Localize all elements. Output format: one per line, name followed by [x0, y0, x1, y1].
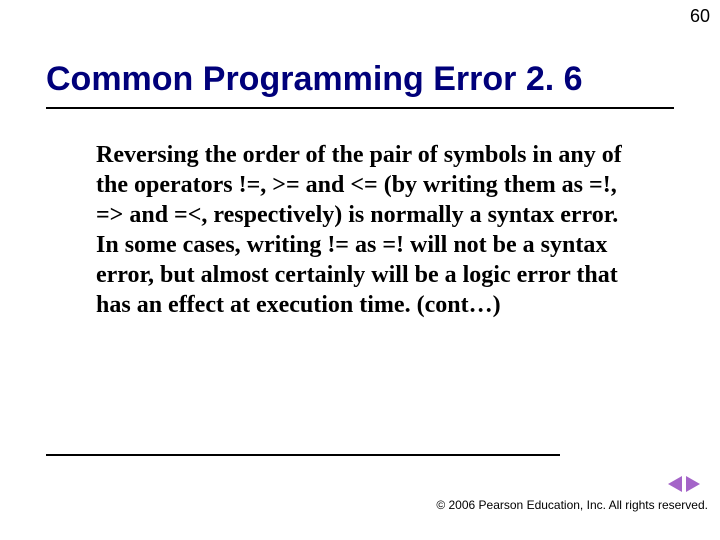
copyright-footer: © 2006 Pearson Education, Inc. All right… [436, 498, 708, 512]
body-block: Reversing the order of the pair of symbo… [96, 140, 630, 320]
page-number: 60 [690, 6, 710, 27]
bottom-rule [46, 454, 560, 456]
body-text: Reversing the order of the pair of symbo… [96, 140, 630, 320]
slide: 60 Common Programming Error 2. 6 Reversi… [0, 0, 720, 540]
prev-slide-icon[interactable] [668, 476, 682, 492]
slide-title: Common Programming Error 2. 6 [46, 60, 674, 105]
title-block: Common Programming Error 2. 6 [46, 60, 674, 109]
next-slide-icon[interactable] [686, 476, 700, 492]
slide-nav [668, 476, 700, 492]
title-rule [46, 107, 674, 109]
